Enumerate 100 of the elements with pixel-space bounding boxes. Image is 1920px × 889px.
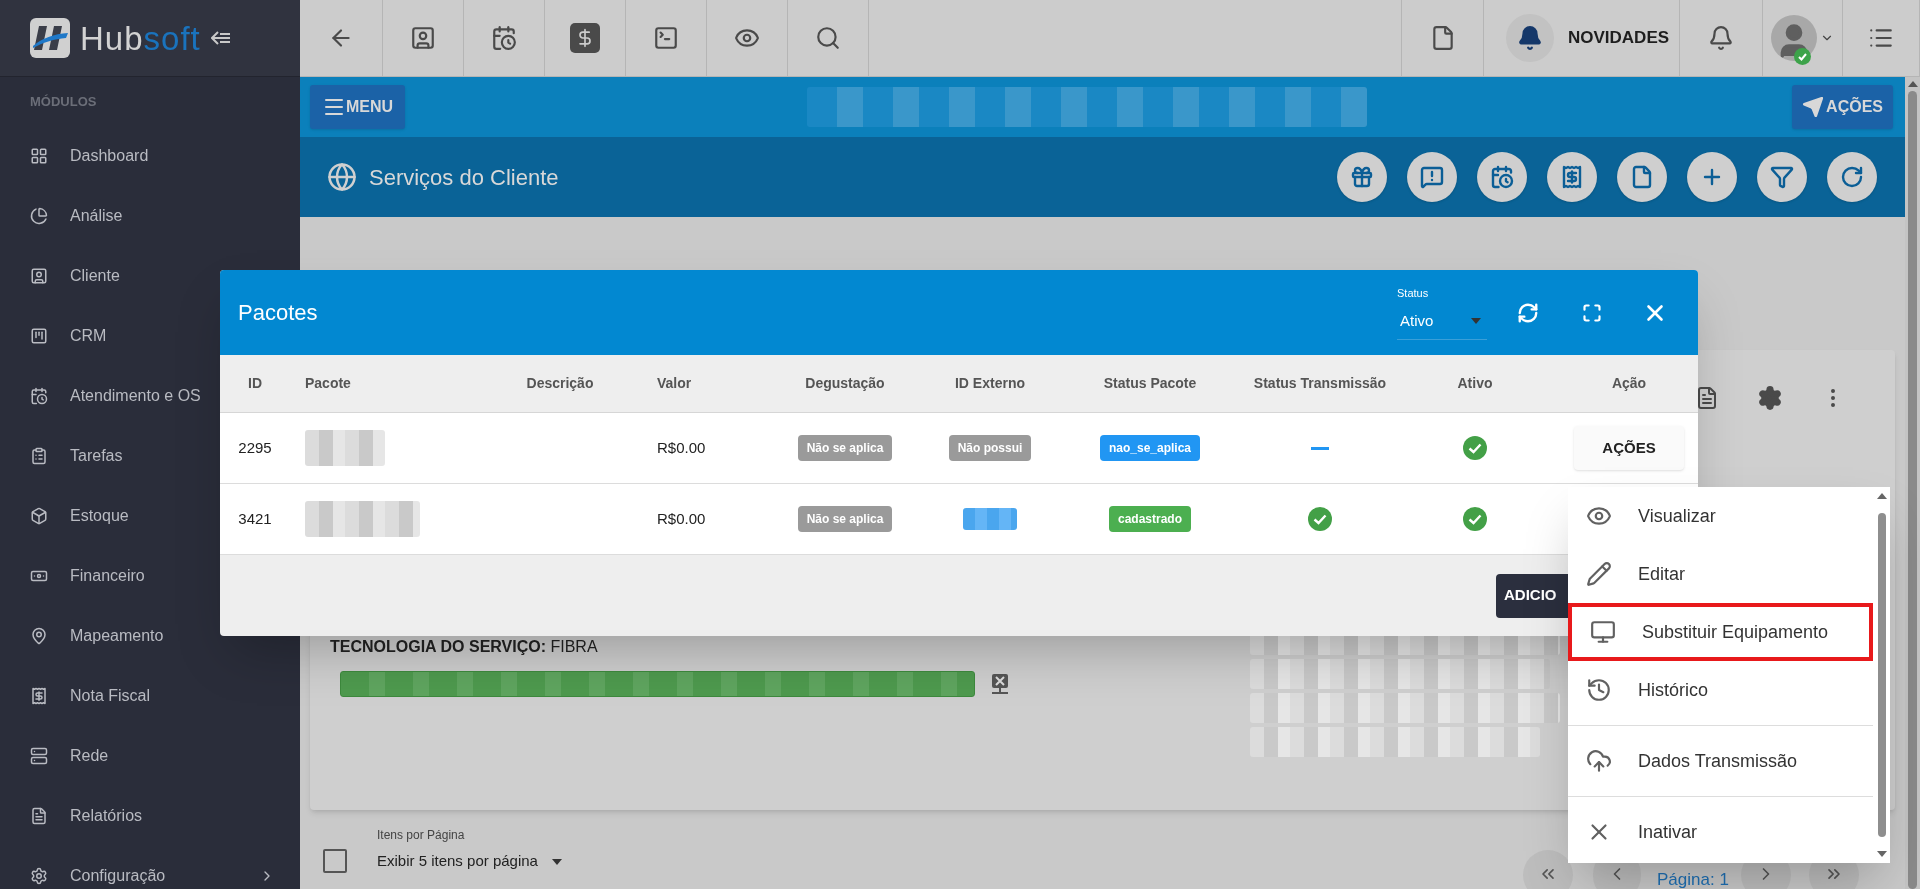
- column-header: ID: [248, 374, 262, 393]
- terminal-icon: [653, 25, 679, 51]
- calendar-clock-icon: [30, 387, 48, 405]
- trial-badge: Não se aplica: [797, 435, 893, 461]
- receipt-icon: [1560, 165, 1584, 189]
- contact-card-icon: [410, 25, 436, 51]
- caret-down-icon: [551, 858, 562, 865]
- sidebar-item[interactable]: Nota Fiscal: [0, 666, 300, 726]
- column-header: Valor: [657, 374, 692, 393]
- sidebar-item[interactable]: Financeiro: [0, 546, 300, 606]
- column-header: Descrição: [526, 374, 594, 393]
- refresh-icon: [1840, 165, 1864, 189]
- table-cell-text: 3421: [238, 508, 272, 529]
- column-header: Pacote: [305, 374, 351, 393]
- scrollbar-thumb[interactable]: [1877, 513, 1886, 837]
- sidebar-item[interactable]: Análise: [0, 186, 300, 246]
- menu-item[interactable]: Visualizar: [1568, 487, 1873, 545]
- calendar-clock-button[interactable]: [1477, 152, 1527, 202]
- cloud-upload-icon: [1586, 748, 1612, 774]
- menu-item[interactable]: Inativar: [1568, 803, 1873, 861]
- news-button[interactable]: NOVIDADES: [1484, 0, 1680, 76]
- sidebar-item[interactable]: Mapeamento: [0, 606, 300, 666]
- first-page-button[interactable]: [1523, 850, 1573, 889]
- column-header: Ação: [1611, 374, 1647, 393]
- filter-icon: [1770, 165, 1794, 189]
- caret-down-icon: [1471, 317, 1481, 324]
- notes-icon[interactable]: [1695, 385, 1719, 410]
- redacted-text: [963, 508, 1017, 530]
- document-icon: [30, 807, 48, 825]
- table-cell-text: 2295: [238, 437, 272, 458]
- avatar-icon: [1771, 15, 1817, 61]
- actions-button[interactable]: AÇÕES: [1574, 426, 1684, 470]
- status-badge: cadastrado: [1109, 506, 1191, 532]
- menu-item[interactable]: Substituir Equipamento: [1568, 603, 1873, 661]
- plus-button[interactable]: [1687, 152, 1737, 202]
- trial-badge: Não se aplica: [797, 506, 893, 532]
- table-cell-text: R$0.00: [657, 437, 706, 458]
- map-pin-icon: [30, 627, 48, 645]
- column-header: Status Transmissão: [1253, 374, 1387, 393]
- status-badge: nao_se_aplica: [1099, 435, 1201, 461]
- globe-icon: [327, 162, 357, 192]
- receipt-icon: [30, 687, 48, 705]
- clipboard-icon: [30, 447, 48, 465]
- monitor-icon: [1590, 619, 1616, 645]
- column-header: Degustação: [805, 374, 885, 393]
- kanban-icon: [30, 327, 48, 345]
- menu-item[interactable]: Dados Transmissão: [1568, 732, 1873, 790]
- pie-chart-icon: [30, 207, 48, 225]
- filter-button[interactable]: [1757, 152, 1807, 202]
- menu-button[interactable]: MENU: [310, 85, 406, 129]
- alert-message-icon: [1420, 165, 1444, 189]
- page-indicator: Página: 1: [1657, 869, 1729, 889]
- menu-item[interactable]: Histórico: [1568, 661, 1873, 719]
- section-title: MÓDULOS: [30, 92, 97, 111]
- scroll-up-icon[interactable]: [1907, 81, 1918, 87]
- bell-icon: [1506, 14, 1554, 62]
- status-select[interactable]: Status Ativo: [1397, 285, 1487, 340]
- dollar-icon: [570, 23, 600, 53]
- alert-message-button[interactable]: [1407, 152, 1457, 202]
- settings-icon: [30, 867, 48, 885]
- history-icon: [1586, 677, 1612, 703]
- scroll-up-icon[interactable]: [1876, 493, 1887, 499]
- settings-icon[interactable]: [1757, 384, 1783, 411]
- external-id-badge: Não possui: [948, 435, 1032, 461]
- calendar-clock-icon: [1490, 165, 1514, 189]
- sidebar-item[interactable]: Configuração: [0, 846, 300, 889]
- pencil-icon: [1586, 561, 1612, 587]
- select-all-checkbox[interactable]: [323, 848, 347, 873]
- calendar-clock-icon: [491, 25, 517, 51]
- page-title: Serviços do Cliente: [369, 163, 559, 192]
- column-header: Status Pacote: [1103, 374, 1197, 393]
- remove-box-icon[interactable]: [990, 673, 1010, 695]
- grid-icon: [30, 147, 48, 165]
- sidebar-item[interactable]: Dashboard: [0, 126, 300, 186]
- logo-icon: [30, 18, 70, 58]
- box-icon: [30, 507, 48, 525]
- column-header: Ativo: [1457, 374, 1493, 393]
- refresh-icon[interactable]: [1517, 301, 1539, 324]
- sidebar-item[interactable]: Rede: [0, 726, 300, 786]
- scrollbar-thumb[interactable]: [1908, 91, 1917, 889]
- table-cell-text: R$0.00: [657, 508, 706, 529]
- refresh-button[interactable]: [1827, 152, 1877, 202]
- collapse-arrow-icon[interactable]: [210, 31, 231, 45]
- receipt-button[interactable]: [1547, 152, 1597, 202]
- search-icon: [815, 25, 841, 51]
- scroll-down-icon[interactable]: [1876, 851, 1887, 857]
- actions-button[interactable]: AÇÕES: [1792, 85, 1893, 129]
- contact-card-icon: [30, 267, 48, 285]
- brand-name: Hubsoft: [80, 21, 201, 55]
- notifications-icon: [1708, 25, 1734, 51]
- fullscreen-icon[interactable]: [1582, 302, 1602, 323]
- document-icon: [1630, 165, 1654, 189]
- sidebar-item[interactable]: Relatórios: [0, 786, 300, 846]
- column-header: ID Externo: [955, 374, 1025, 393]
- page-size-select[interactable]: Itens por Página Exibir 5 itens por página: [377, 826, 562, 873]
- document-button[interactable]: [1617, 152, 1667, 202]
- server-icon: [30, 747, 48, 765]
- gift-icon: [1350, 165, 1374, 189]
- gift-button[interactable]: [1337, 152, 1387, 202]
- send-icon: [1802, 96, 1825, 118]
